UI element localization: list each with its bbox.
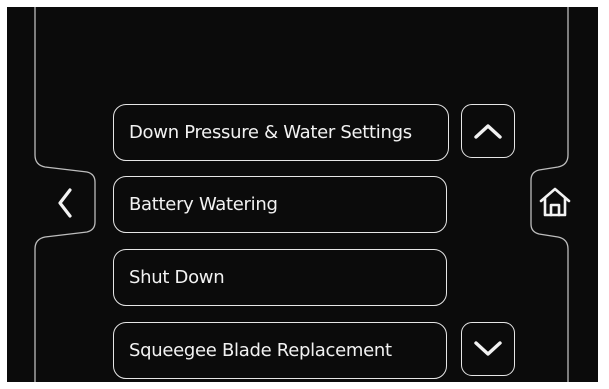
chevron-up-icon [474, 124, 502, 139]
menu-item-label: Squeegee Blade Replacement [129, 339, 392, 361]
scroll-down-button[interactable] [461, 322, 515, 376]
menu-item-down-pressure-water-settings[interactable]: Down Pressure & Water Settings [113, 104, 449, 161]
menu-item-label: Shut Down [129, 266, 225, 288]
menu-item-battery-watering[interactable]: Battery Watering [113, 176, 447, 233]
home-icon [539, 187, 571, 217]
chevron-down-icon [474, 341, 502, 356]
chevron-left-icon [58, 188, 72, 218]
menu-screen: Down Pressure & Water Settings Battery W… [7, 7, 598, 382]
back-button[interactable] [47, 183, 83, 223]
menu-item-squeegee-blade-replacement[interactable]: Squeegee Blade Replacement [113, 322, 447, 379]
scroll-up-button[interactable] [461, 104, 515, 158]
menu-item-shut-down[interactable]: Shut Down [113, 249, 447, 306]
menu-item-label: Battery Watering [129, 193, 278, 215]
home-button[interactable] [534, 181, 576, 223]
menu-item-label: Down Pressure & Water Settings [129, 121, 412, 143]
